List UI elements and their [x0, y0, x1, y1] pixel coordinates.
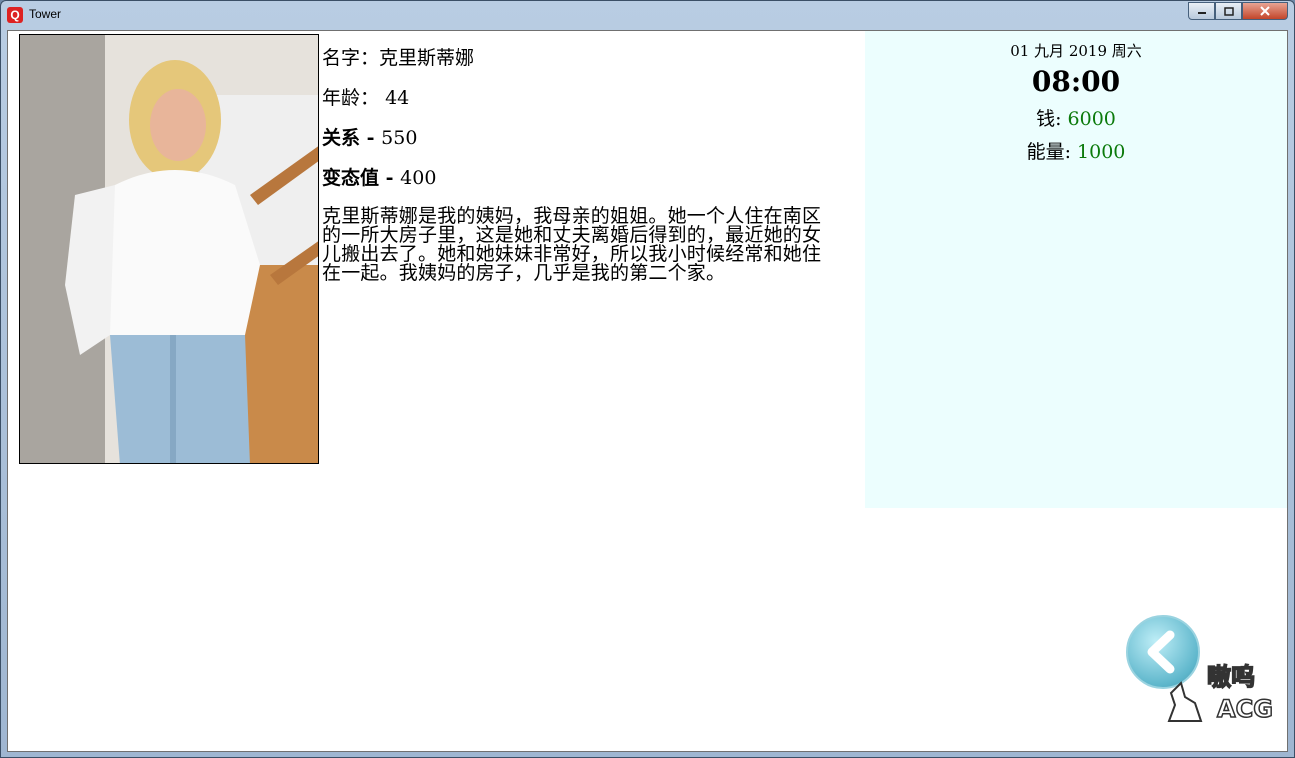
relation-separator: -	[360, 127, 382, 149]
character-info: 名字：克里斯蒂娜 年龄： 44 关系 - 550 变态值 - 400 克里斯蒂娜…	[322, 47, 832, 283]
relation-label: 关系	[322, 127, 361, 149]
relation-row: 关系 - 550	[322, 127, 832, 149]
name-row: 名字：克里斯蒂娜	[322, 47, 832, 69]
name-label: 名字：	[322, 47, 380, 69]
energy-value: 1000	[1077, 141, 1126, 163]
money-value: 6000	[1067, 108, 1116, 130]
name-value: 克里斯蒂娜	[379, 47, 475, 69]
watermark-text-top: 嗷呜	[1207, 663, 1255, 691]
game-area: 名字：克里斯蒂娜 年龄： 44 关系 - 550 变态值 - 400 克里斯蒂娜…	[7, 30, 1288, 752]
energy-row: 能量: 1000	[865, 137, 1287, 164]
minimize-icon	[1197, 12, 1206, 14]
portrait-image	[20, 35, 318, 463]
status-panel: 01 九月 2019 周六 08:00 钱: 6000 能量: 1000	[865, 31, 1287, 508]
app-window: Q Tower 名字：克里斯蒂娜 年龄： 44 关系 - 550 变态值 - 4…	[0, 0, 1295, 758]
date-display: 01 九月 2019 周六	[1010, 42, 1142, 60]
age-value: 44	[385, 87, 410, 109]
character-description: 克里斯蒂娜是我的姨妈，我母亲的姐姐。她一个人住在南区的一所大房子里，这是她和丈夫…	[322, 205, 822, 284]
app-icon: Q	[7, 7, 23, 23]
relation-value: 550	[381, 127, 418, 149]
watermark-logo: 嗷呜 ACG	[1167, 662, 1274, 723]
age-row: 年龄： 44	[322, 87, 832, 109]
close-icon	[1260, 6, 1270, 16]
window-controls	[1188, 2, 1288, 20]
money-label: 钱:	[1036, 108, 1068, 130]
maximize-button[interactable]	[1215, 2, 1242, 20]
maximize-icon	[1223, 6, 1234, 16]
close-button[interactable]	[1242, 2, 1288, 20]
perv-row: 变态值 - 400	[322, 167, 832, 189]
window-title: Tower	[29, 7, 62, 21]
character-portrait	[19, 34, 319, 464]
time-display: 08:00	[1031, 65, 1121, 98]
money-row: 钱: 6000	[865, 104, 1287, 131]
age-label: 年龄：	[322, 87, 380, 109]
perv-separator: -	[379, 167, 401, 189]
perv-label: 变态值	[322, 167, 380, 189]
title-bar[interactable]: Q Tower	[1, 1, 1294, 29]
energy-label: 能量:	[1026, 141, 1078, 163]
watermark-text-bottom: ACG	[1217, 695, 1273, 723]
minimize-button[interactable]	[1188, 2, 1215, 20]
perv-value: 400	[400, 167, 437, 189]
